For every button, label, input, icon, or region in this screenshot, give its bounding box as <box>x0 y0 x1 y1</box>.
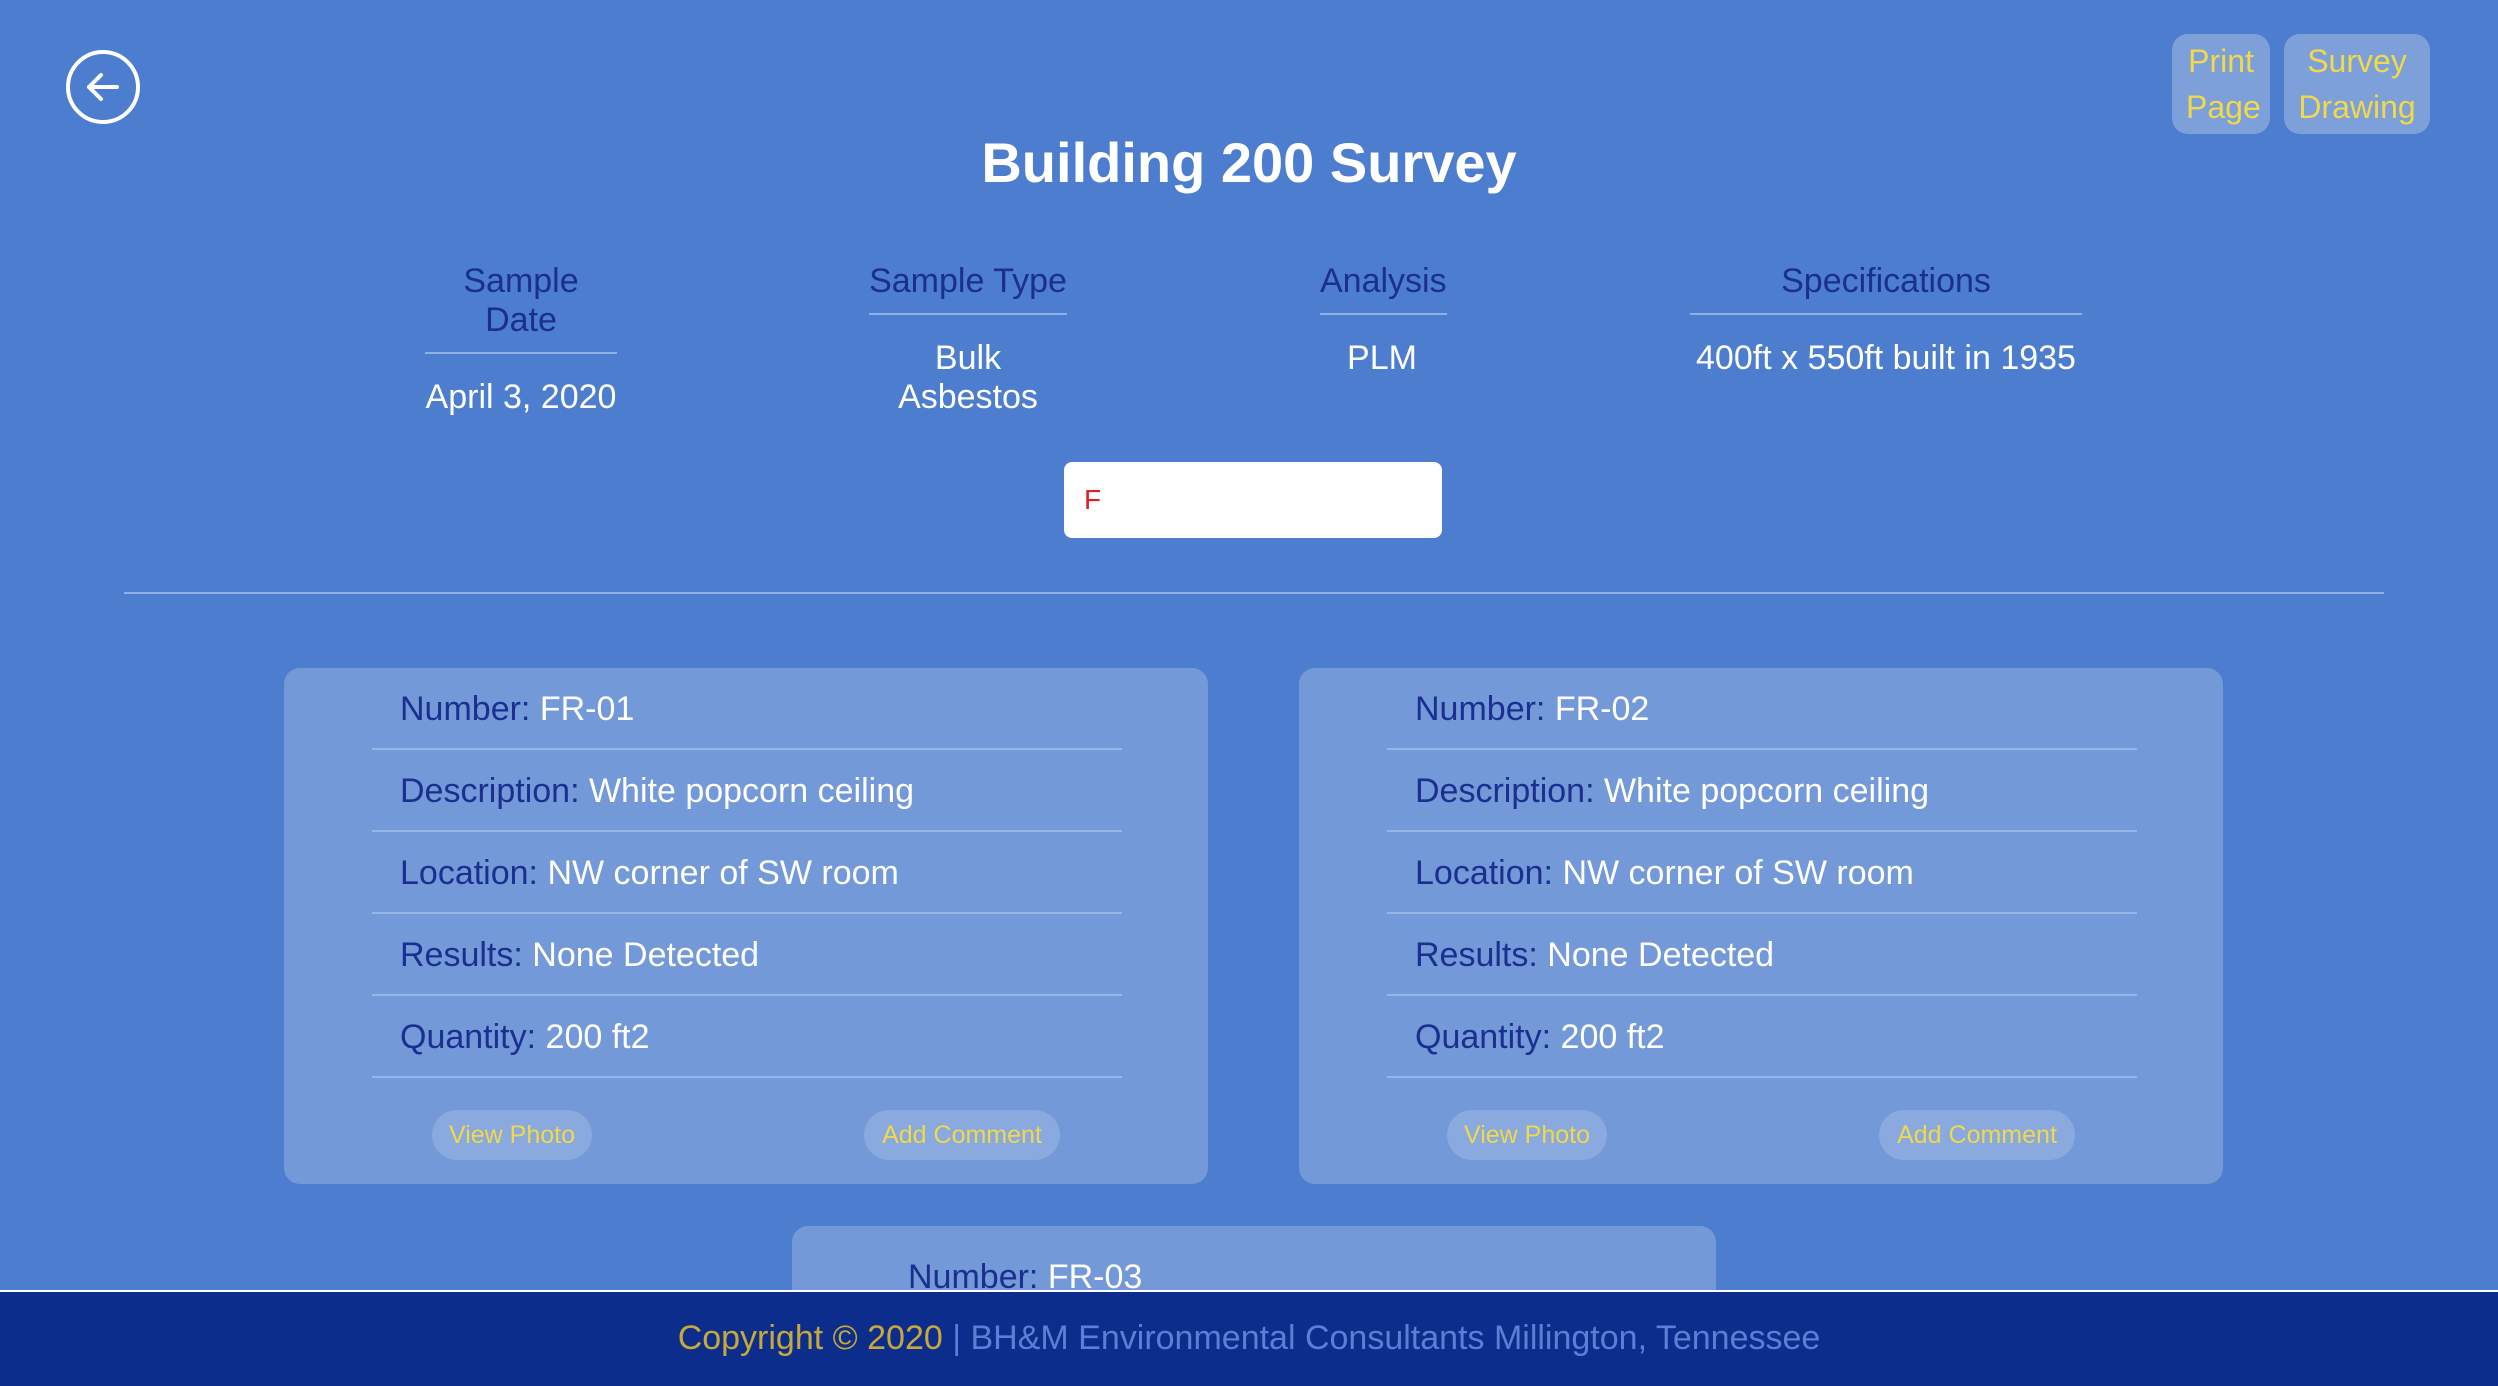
footer: Copyright © 2020 | BH&M Environmental Co… <box>0 1290 2498 1386</box>
sample-card-fr-01: Number: FR-01 Description: White popcorn… <box>284 668 1208 1184</box>
view-photo-button[interactable]: View Photo <box>1447 1110 1607 1160</box>
sample-number-row: Number: FR-02 <box>1387 668 2137 750</box>
sample-results-row: Results: None Detected <box>372 914 1122 996</box>
survey-drawing-button[interactable]: Survey Drawing <box>2284 34 2430 134</box>
sample-date-column: Sample Date April 3, 2020 <box>425 262 617 417</box>
top-toolbar: Print Page Survey Drawing <box>2172 34 2430 134</box>
analysis-value: PLM <box>1347 339 1417 377</box>
analysis-label: Analysis <box>1320 262 1447 315</box>
sample-card-fr-02: Number: FR-02 Description: White popcorn… <box>1299 668 2223 1184</box>
sample-quantity-row: Quantity: 200 ft2 <box>372 996 1122 1078</box>
sample-number-row: Number: FR-01 <box>372 668 1122 750</box>
survey-page: Print Page Survey Drawing Building 200 S… <box>0 0 2498 1386</box>
specifications-label: Specifications <box>1690 262 2082 315</box>
specifications-column: Specifications 400ft x 550ft built in 19… <box>1690 262 2082 378</box>
sample-type-label: Sample Type <box>869 262 1067 315</box>
page-title: Building 200 Survey <box>981 131 1517 194</box>
sample-type-value: Bulk Asbestos <box>898 339 1038 416</box>
sample-date-value: April 3, 2020 <box>425 378 617 416</box>
sample-type-column: Sample Type Bulk Asbestos <box>862 262 1074 417</box>
sample-quantity-row: Quantity: 200 ft2 <box>1387 996 2137 1078</box>
sample-location-row: Location: NW corner of SW room <box>372 832 1122 914</box>
sample-description-row: Description: White popcorn ceiling <box>1387 750 2137 832</box>
search-input[interactable] <box>1064 462 1442 538</box>
company-text: | BH&M Environmental Consultants Milling… <box>942 1319 1821 1357</box>
view-photo-button[interactable]: View Photo <box>432 1110 592 1160</box>
section-divider <box>124 592 2384 594</box>
sample-description-row: Description: White popcorn ceiling <box>372 750 1122 832</box>
copyright-text: Copyright © 2020 <box>677 1319 943 1357</box>
add-comment-button[interactable]: Add Comment <box>1879 1110 2075 1160</box>
back-button[interactable] <box>66 50 140 124</box>
sample-location-row: Location: NW corner of SW room <box>1387 832 2137 914</box>
arrow-left-icon <box>87 73 119 101</box>
sample-results-row: Results: None Detected <box>1387 914 2137 996</box>
specifications-value: 400ft x 550ft built in 1935 <box>1696 339 2076 377</box>
sample-date-label: Sample Date <box>425 262 617 354</box>
analysis-column: Analysis PLM <box>1320 262 1447 378</box>
print-page-button[interactable]: Print Page <box>2172 34 2270 134</box>
add-comment-button[interactable]: Add Comment <box>864 1110 1060 1160</box>
